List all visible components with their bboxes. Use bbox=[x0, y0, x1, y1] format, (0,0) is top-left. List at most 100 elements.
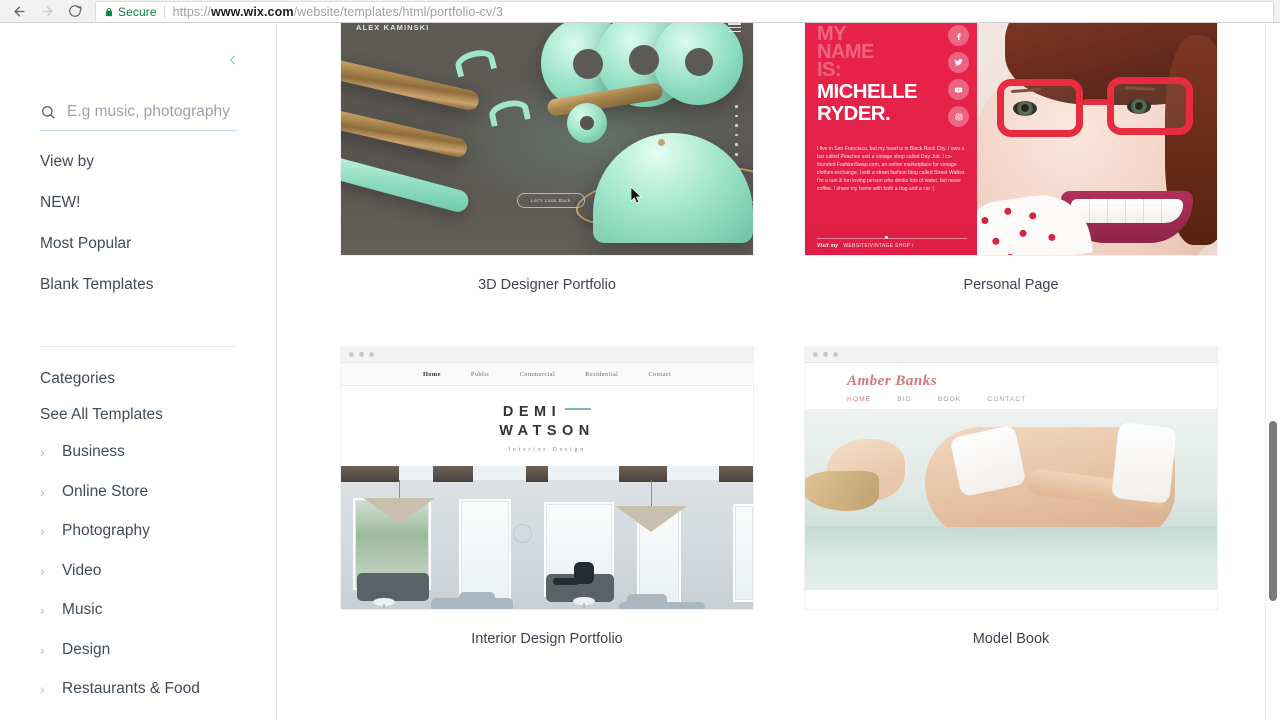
pp-name-line-2: RYDER. bbox=[817, 102, 891, 125]
mock-window-dot bbox=[813, 352, 818, 357]
model-bikini-bottom bbox=[1111, 422, 1177, 504]
instagram-icon[interactable] bbox=[948, 106, 969, 127]
chevron-right-icon: › bbox=[40, 562, 45, 579]
interior-logo-subtitle: Interior Design bbox=[508, 446, 586, 453]
template-thumbnail[interactable]: Amber Banks HOME BIO BOOK CONTACT bbox=[805, 347, 1217, 609]
page-viewport: View by NEW! Most Popular Blank Template… bbox=[0, 23, 1280, 720]
template-caption: Interior Design Portfolio bbox=[471, 631, 623, 647]
decor-dome-knob bbox=[658, 139, 665, 146]
pp-footer-text: Visit my WEBSITE/VINTAGE SHOP / bbox=[817, 243, 967, 249]
chevron-right-icon: › bbox=[40, 483, 45, 500]
interior-logo-line-1: DEMI bbox=[502, 404, 562, 420]
wall-clock-icon bbox=[513, 524, 532, 543]
pp-name-line-1: MICHELLE bbox=[817, 80, 918, 103]
pp-footer-links: WEBSITE/VINTAGE SHOP / bbox=[843, 243, 914, 249]
template-caption: Personal Page bbox=[963, 277, 1059, 293]
pp-bio-text: I live in San Francisco, but my heart is… bbox=[817, 146, 966, 193]
address-bar[interactable]: Secure https://www.wix.com/website/templ… bbox=[95, 0, 1274, 22]
seated-person-legs bbox=[553, 578, 579, 585]
glasses-lens bbox=[997, 79, 1083, 137]
template-thumbnail[interactable]: MY NAME IS: MICHELLE RYDER. I live in Sa… bbox=[805, 23, 1217, 255]
thumb-3d-designer-art: ALEX KAMINSKI Let's Look Back bbox=[341, 23, 753, 255]
interior-nav-public: Public bbox=[470, 370, 490, 378]
decor-small-torus-hole bbox=[580, 116, 594, 130]
mock-browser-chrome bbox=[341, 347, 753, 363]
interior-nav-commercial: Commercial bbox=[519, 370, 556, 378]
pendant-lamp bbox=[615, 506, 687, 532]
sidebar-item-business[interactable]: › Business bbox=[40, 443, 240, 461]
mock-window-dot bbox=[369, 352, 374, 357]
template-caption: 3D Designer Portfolio bbox=[478, 277, 616, 293]
search-input[interactable] bbox=[67, 103, 236, 121]
categories-heading: Categories bbox=[40, 370, 115, 387]
template-card-model-book[interactable]: Amber Banks HOME BIO BOOK CONTACT Model … bbox=[805, 347, 1217, 647]
interior-nav-residential: Residential bbox=[585, 370, 619, 378]
pp-portrait-photo bbox=[977, 23, 1217, 255]
photo-bottom-margin bbox=[805, 590, 1217, 606]
model-book-logo: Amber Banks bbox=[847, 373, 938, 389]
model-hair bbox=[805, 471, 879, 511]
search-row[interactable] bbox=[40, 103, 236, 131]
url-path: /website/templates/html/portfolio-cv/3 bbox=[293, 4, 504, 19]
omnibox-divider bbox=[163, 4, 165, 19]
decor-torus-hole bbox=[685, 48, 713, 76]
template-brand-label: ALEX KAMINSKI bbox=[356, 23, 430, 32]
model-hero-photo bbox=[805, 409, 1217, 606]
sidebar-item-design[interactable]: › Design bbox=[40, 641, 240, 659]
twitter-icon[interactable] bbox=[948, 52, 969, 73]
window-seat bbox=[357, 573, 429, 601]
forward-button[interactable] bbox=[34, 0, 60, 22]
url-scheme: https:// bbox=[172, 4, 211, 19]
mock-window-dot bbox=[349, 352, 354, 357]
sidebar-item-blank-templates[interactable]: Blank Templates bbox=[40, 276, 153, 294]
thumb-personal-page-art: MY NAME IS: MICHELLE RYDER. I live in Sa… bbox=[805, 23, 1217, 255]
model-nav-home: HOME bbox=[847, 396, 872, 403]
back-button[interactable] bbox=[6, 0, 32, 22]
youtube-icon[interactable] bbox=[948, 79, 969, 100]
scrollbar-thumb[interactable] bbox=[1269, 421, 1277, 601]
thumb-interior-design-art: Home Public Commercial Residential Conta… bbox=[341, 347, 753, 609]
url-host: www.wix.com bbox=[210, 4, 294, 19]
sidebar-item-photography[interactable]: › Photography bbox=[40, 522, 240, 540]
template-thumbnail[interactable]: ALEX KAMINSKI Let's Look Back bbox=[341, 23, 753, 255]
mouse-cursor-icon bbox=[630, 186, 643, 209]
category-label: Design bbox=[62, 640, 111, 658]
pendant-lamp bbox=[363, 498, 435, 524]
model-nav-bio: BIO bbox=[897, 396, 912, 403]
sidebar-item-music[interactable]: › Music bbox=[40, 601, 240, 619]
interior-logo-dash bbox=[565, 407, 592, 411]
glasses-lens bbox=[1107, 77, 1193, 135]
template-thumbnail[interactable]: Home Public Commercial Residential Conta… bbox=[341, 347, 753, 609]
template-cta-button: Let's Look Back bbox=[517, 193, 585, 208]
mock-window-dot bbox=[833, 352, 838, 357]
interior-nav-home: Home bbox=[422, 370, 441, 378]
reload-button[interactable] bbox=[62, 0, 88, 22]
category-label: Business bbox=[62, 443, 125, 460]
mock-window-dot bbox=[823, 352, 828, 357]
sidebar-item-see-all-templates[interactable]: See All Templates bbox=[40, 406, 163, 424]
slide-dots bbox=[735, 105, 738, 156]
template-card-interior-design[interactable]: Home Public Commercial Residential Conta… bbox=[341, 347, 753, 647]
facebook-icon[interactable] bbox=[948, 25, 969, 46]
categories-list: › Business › Online Store › Photography … bbox=[40, 443, 240, 720]
sidebar-item-video[interactable]: › Video bbox=[40, 562, 240, 580]
sidebar-item-online-store[interactable]: › Online Store bbox=[40, 483, 240, 501]
pp-footer-script: Visit my bbox=[817, 243, 839, 249]
model-book-nav: HOME BIO BOOK CONTACT bbox=[847, 396, 1217, 403]
pp-footer-rule bbox=[817, 235, 967, 239]
vertical-scrollbar[interactable] bbox=[1265, 23, 1280, 720]
sidebar-item-new[interactable]: NEW! bbox=[40, 194, 153, 212]
template-card-3d-designer[interactable]: ALEX KAMINSKI Let's Look Back 3D Designe… bbox=[341, 23, 753, 293]
category-label: Photography bbox=[62, 522, 150, 539]
sidebar-item-most-popular[interactable]: Most Popular bbox=[40, 235, 153, 253]
url-text: https://www.wix.com/website/templates/ht… bbox=[173, 5, 503, 19]
template-caption: Model Book bbox=[972, 631, 1050, 647]
decor-torus-hole bbox=[573, 49, 603, 79]
sidebar-item-view-by[interactable]: View by bbox=[40, 153, 153, 171]
interior-nav: Home Public Commercial Residential Conta… bbox=[341, 363, 753, 386]
template-card-personal-page[interactable]: MY NAME IS: MICHELLE RYDER. I live in Sa… bbox=[805, 23, 1217, 293]
portrait-teeth bbox=[1071, 199, 1183, 223]
chevron-left-icon[interactable] bbox=[221, 47, 243, 73]
category-label: Restaurants & Food bbox=[62, 680, 200, 697]
sidebar-item-restaurants-food[interactable]: › Restaurants & Food bbox=[40, 680, 240, 698]
